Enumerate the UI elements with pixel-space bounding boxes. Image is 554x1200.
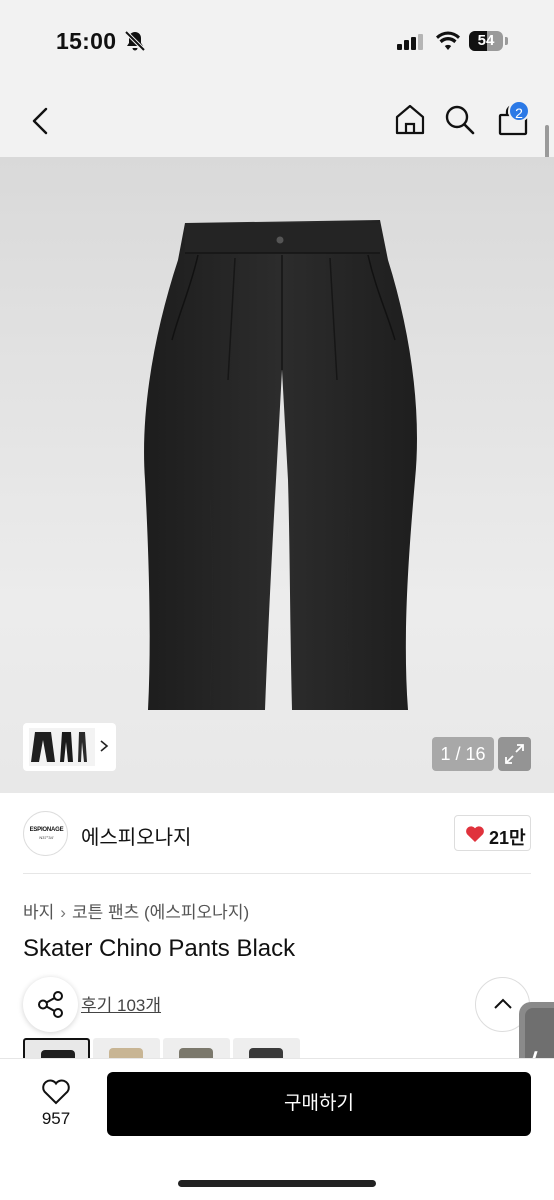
breadcrumb-subcategory[interactable]: 코튼 팬츠 (에스피오나지) xyxy=(72,903,249,922)
thumbnail-strip xyxy=(29,728,95,766)
image-counter: 1 / 16 xyxy=(432,737,494,771)
wishlist-button[interactable]: 957 xyxy=(24,1074,88,1134)
brand-logo-text: ESPIONAGE xyxy=(29,827,64,833)
thumbnail-toggle-button[interactable] xyxy=(23,723,116,771)
search-icon[interactable] xyxy=(444,104,476,136)
home-indicator xyxy=(178,1180,376,1187)
brand-name[interactable]: 에스피오나지 xyxy=(81,821,191,850)
product-image xyxy=(144,220,417,710)
divider xyxy=(23,873,531,874)
chevron-right-icon xyxy=(100,740,109,752)
brand-logo-subtext: N37°34' xyxy=(39,835,54,840)
color-swatch[interactable] xyxy=(233,1038,300,1060)
color-swatch[interactable] xyxy=(93,1038,160,1060)
brand-like-count: 21만 xyxy=(489,828,526,848)
brand-logo[interactable]: ESPIONAGE N37°34' xyxy=(23,811,68,856)
heart-filled-icon xyxy=(466,826,484,842)
wifi-icon xyxy=(436,31,460,50)
home-icon[interactable] xyxy=(393,102,427,136)
buy-button[interactable]: 구매하기 xyxy=(107,1072,531,1136)
breadcrumb: 바지 › 코튼 팬츠 (에스피오나지) xyxy=(23,898,249,923)
status-time: 15:00 xyxy=(56,28,117,54)
chevron-up-icon xyxy=(494,998,512,1009)
mute-bell-icon xyxy=(124,30,146,52)
brand-like-button[interactable]: 21만 xyxy=(454,815,531,851)
expand-icon[interactable] xyxy=(498,737,531,771)
share-button[interactable] xyxy=(23,977,78,1032)
cellular-signal-icon xyxy=(397,34,423,50)
share-icon xyxy=(38,991,63,1018)
color-swatch[interactable] xyxy=(23,1038,90,1060)
back-button[interactable] xyxy=(26,104,56,138)
cart-count-badge: 2 xyxy=(508,100,530,122)
battery-level: 54 xyxy=(477,32,495,49)
color-swatch[interactable] xyxy=(163,1038,230,1060)
battery-icon: 54 xyxy=(469,31,509,51)
chevron-right-icon: › xyxy=(60,903,66,922)
wishlist-count: 957 xyxy=(41,1109,71,1128)
product-title: Skater Chino Pants Black xyxy=(23,935,296,962)
review-link[interactable]: 후기 103개 xyxy=(81,991,161,1016)
breadcrumb-category[interactable]: 바지 xyxy=(23,903,54,922)
heart-outline-icon xyxy=(42,1079,70,1105)
